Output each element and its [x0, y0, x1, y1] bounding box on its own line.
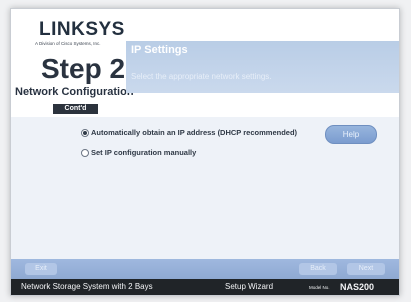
radio-manual[interactable] [81, 149, 89, 157]
help-button[interactable]: Help [325, 125, 377, 144]
model-label: Model No. [309, 285, 330, 290]
step-title: Step 2 [41, 53, 126, 84]
back-button[interactable]: Back [299, 263, 337, 275]
panel-title: IP Settings [131, 44, 188, 56]
next-button[interactable]: Next [347, 263, 385, 275]
radio-dhcp[interactable] [81, 129, 89, 137]
exit-button[interactable]: Exit [25, 263, 57, 275]
section-title: Network Configuration [15, 86, 134, 98]
linksys-logo: LINKSYS [39, 19, 125, 40]
continued-badge: Cont'd [53, 104, 98, 114]
option-dhcp-label[interactable]: Automatically obtain an IP address (DHCP… [91, 128, 297, 137]
option-manual-label[interactable]: Set IP configuration manually [91, 148, 196, 157]
wizard-name: Setup Wizard [225, 282, 274, 291]
product-name: Network Storage System with 2 Bays [21, 282, 153, 291]
setup-wizard-window: LINKSYS A Division of Cisco Systems, Inc… [10, 8, 400, 296]
panel-description: Select the appropriate network settings. [131, 72, 272, 81]
navigation-bar [11, 259, 399, 279]
model-number: NAS200 [340, 282, 375, 292]
brand-subtitle: A Division of Cisco Systems, Inc. [35, 41, 101, 46]
